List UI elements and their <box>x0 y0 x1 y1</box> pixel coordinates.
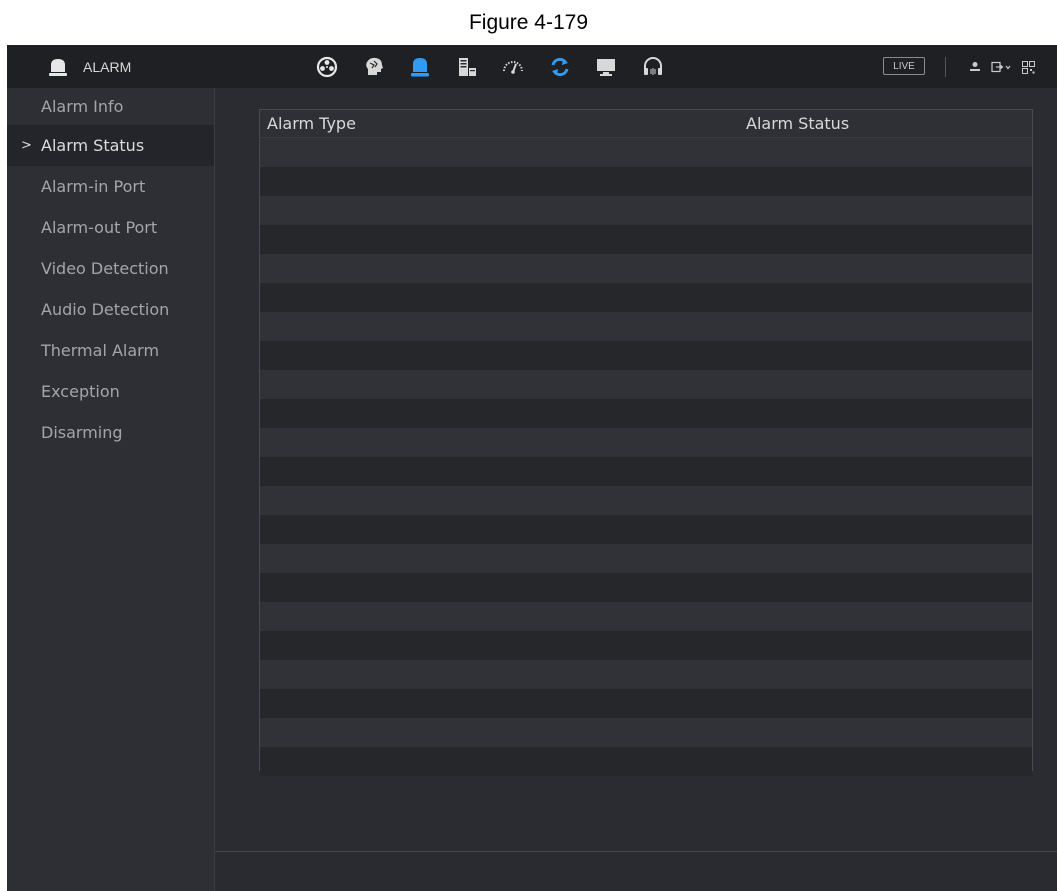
alarm-status-table: Alarm Type Alarm Status <box>259 109 1033 776</box>
app-window: ALARM LIVE Alarm Info > Alarm Status Ala… <box>7 45 1057 891</box>
column-header-alarm-type[interactable]: Alarm Type <box>260 114 743 133</box>
table-row[interactable] <box>260 602 1032 631</box>
qr-code-button[interactable] <box>1020 58 1036 76</box>
table-row[interactable] <box>260 486 1032 515</box>
nav-live-camera[interactable] <box>309 45 345 88</box>
alarm-bell-icon <box>411 57 429 76</box>
user-button[interactable] <box>967 58 983 76</box>
qr-code-icon <box>1021 60 1035 74</box>
topbar-divider <box>945 57 946 77</box>
sidebar-item-alarm-status[interactable]: > Alarm Status <box>7 125 214 166</box>
ai-brain-icon <box>365 57 383 75</box>
sidebar-item-label: Exception <box>41 382 120 401</box>
nav-maintenance[interactable] <box>542 45 578 88</box>
table-row[interactable] <box>260 544 1032 573</box>
nav-alarm[interactable] <box>402 45 438 88</box>
figure-caption: Figure 4-179 <box>468 10 589 34</box>
table-body <box>260 138 1032 776</box>
table-row[interactable] <box>260 370 1032 399</box>
nav-ai[interactable] <box>356 45 392 88</box>
nav-display[interactable] <box>588 45 624 88</box>
sidebar-item-alarm-out-port[interactable]: Alarm-out Port <box>7 207 214 248</box>
sidebar-item-label: Alarm-out Port <box>41 218 158 237</box>
module-title: ALARM <box>7 45 215 88</box>
table-row[interactable] <box>260 457 1032 486</box>
logout-button[interactable] <box>990 58 1014 76</box>
sidebar-item-alarm-in-port[interactable]: Alarm-in Port <box>7 166 214 207</box>
table-header: Alarm Type Alarm Status <box>260 110 1032 138</box>
storage-icon <box>458 57 476 76</box>
table-row[interactable] <box>260 631 1032 660</box>
sidebar-item-thermal-alarm[interactable]: Thermal Alarm <box>7 330 214 371</box>
headset-icon <box>643 56 662 75</box>
table-row[interactable] <box>260 428 1032 457</box>
sidebar-item-label: Alarm Info <box>41 97 124 116</box>
table-row[interactable] <box>260 689 1032 718</box>
table-row[interactable] <box>260 196 1032 225</box>
table-row[interactable] <box>260 138 1032 167</box>
table-row[interactable] <box>260 167 1032 196</box>
alarm-bell-icon <box>49 58 67 76</box>
user-icon <box>970 62 980 71</box>
table-row[interactable] <box>260 573 1032 602</box>
sidebar-item-alarm-info[interactable]: Alarm Info <box>7 88 214 125</box>
sidebar-item-label: Video Detection <box>41 259 169 278</box>
logout-icon <box>991 61 1011 73</box>
column-header-alarm-status[interactable]: Alarm Status <box>743 114 849 133</box>
table-row[interactable] <box>260 718 1032 747</box>
nav-performance[interactable] <box>495 45 531 88</box>
sidebar-item-audio-detection[interactable]: Audio Detection <box>7 289 214 330</box>
main-nav <box>309 45 681 88</box>
sidebar-item-video-detection[interactable]: Video Detection <box>7 248 214 289</box>
sidebar-item-label: Alarm-in Port <box>41 177 146 196</box>
sidebar-item-label: Alarm Status <box>41 136 145 155</box>
sidebar-item-label: Disarming <box>41 423 123 442</box>
sidebar: Alarm Info > Alarm Status Alarm-in Port … <box>7 88 215 891</box>
table-row[interactable] <box>260 312 1032 341</box>
refresh-icon <box>551 57 568 76</box>
table-row[interactable] <box>260 660 1032 689</box>
live-button[interactable]: LIVE <box>883 57 925 75</box>
nav-storage[interactable] <box>449 45 485 88</box>
sidebar-item-label: Audio Detection <box>41 300 170 319</box>
top-bar: ALARM LIVE <box>7 45 1057 88</box>
module-title-label: ALARM <box>83 58 132 75</box>
sidebar-item-label: Thermal Alarm <box>41 341 160 360</box>
sidebar-item-exception[interactable]: Exception <box>7 371 214 412</box>
table-row[interactable] <box>260 341 1032 370</box>
chevron-right-icon: > <box>21 138 32 153</box>
table-row[interactable] <box>260 225 1032 254</box>
bottom-bar <box>215 851 1057 891</box>
table-row[interactable] <box>260 254 1032 283</box>
table-row[interactable] <box>260 515 1032 544</box>
speedometer-icon <box>503 60 523 74</box>
monitor-icon <box>597 58 615 76</box>
table-row[interactable] <box>260 399 1032 428</box>
camera-reel-icon <box>316 56 338 77</box>
sidebar-item-disarming[interactable]: Disarming <box>7 412 214 453</box>
nav-audio[interactable] <box>635 45 671 88</box>
table-row[interactable] <box>260 283 1032 312</box>
table-row[interactable] <box>260 747 1032 776</box>
